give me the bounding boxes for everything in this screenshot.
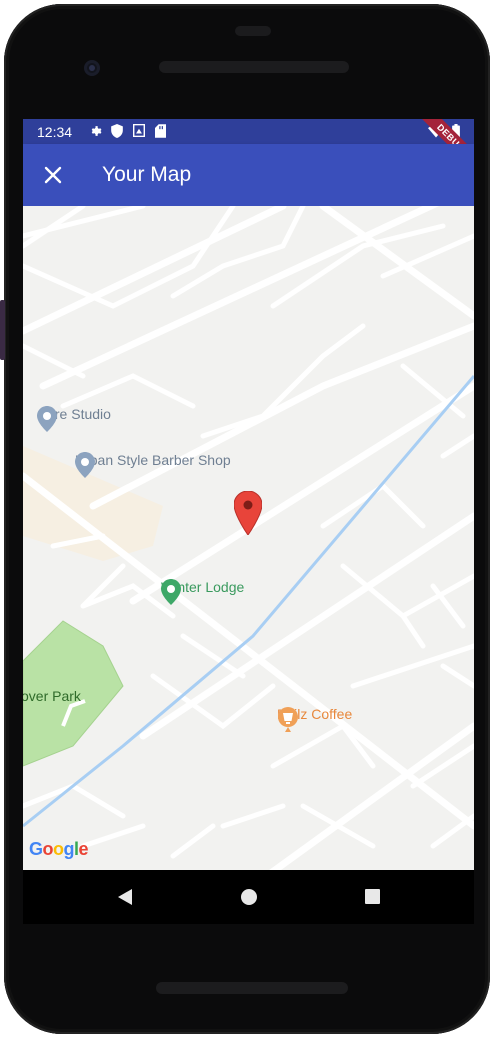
- system-nav-bar: [23, 870, 474, 924]
- poi-core-studio[interactable]: Core Studio: [37, 406, 111, 432]
- home-circle-icon[interactable]: [241, 889, 257, 905]
- poi-urban-style-barber-shop[interactable]: Urban Style Barber Shop: [75, 452, 231, 478]
- google-attribution-logo: Google: [29, 839, 89, 859]
- coffee-cup-icon: [278, 707, 298, 732]
- recents-square-icon[interactable]: [365, 889, 380, 904]
- status-time: 12:34: [37, 124, 73, 140]
- poi-park[interactable]: over Park: [23, 688, 81, 704]
- app-bar: Your Map: [23, 144, 474, 206]
- place-pin-icon: [37, 406, 57, 432]
- poi-winter-lodge[interactable]: Winter Lodge: [161, 579, 244, 605]
- earpiece-speaker: [159, 61, 349, 73]
- place-pin-icon: [75, 452, 95, 478]
- map-view[interactable]: Core Studio Urban Style Barber Shop Wint…: [23, 206, 474, 870]
- green-place-pin-icon: [161, 579, 181, 605]
- screen: 12:34 DEBUG Your Map Core Studio Urban S…: [23, 119, 474, 870]
- poi-label: Urban Style Barber Shop: [75, 452, 231, 468]
- bottom-speaker: [156, 982, 348, 994]
- red-map-marker-icon: [234, 491, 262, 535]
- gear-icon: [89, 124, 102, 138]
- back-button[interactable]: [117, 888, 133, 911]
- shield-icon: [111, 124, 124, 138]
- side-button: [0, 300, 5, 360]
- status-bar: 12:34 DEBUG: [23, 119, 474, 175]
- close-icon: [44, 166, 62, 184]
- back-triangle-icon: [118, 889, 132, 905]
- status-icons-left: [89, 123, 168, 138]
- poi-label: over Park: [23, 688, 81, 704]
- map-canvas: [23, 206, 474, 870]
- close-button[interactable]: [35, 157, 71, 193]
- poi-philz-coffee[interactable]: Philz Coffee: [277, 706, 352, 732]
- top-notch: [235, 26, 271, 36]
- sim-icon: [132, 123, 146, 138]
- front-camera: [84, 60, 100, 76]
- sd-card-icon: [155, 124, 168, 138]
- page-title: Your Map: [102, 163, 192, 186]
